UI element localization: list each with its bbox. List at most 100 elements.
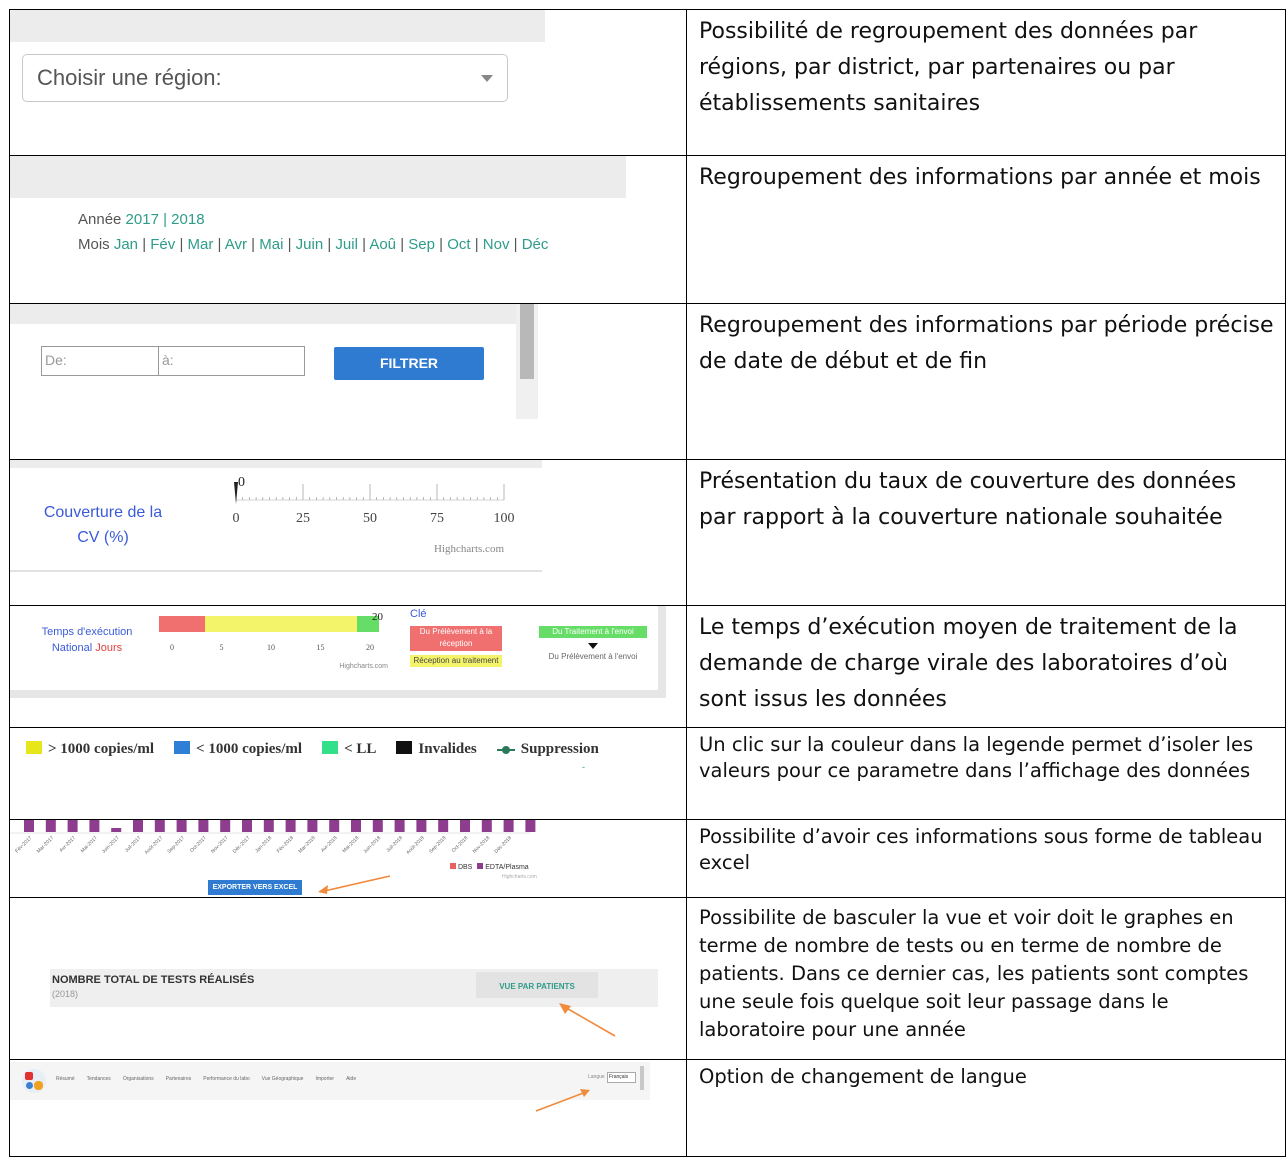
date-range-cell: De: à: FILTRER [9, 303, 687, 460]
tat-tick-label: 0 [170, 643, 174, 652]
month-link[interactable]: Aoû [369, 236, 396, 253]
bar [525, 820, 536, 832]
export-excel-button[interactable]: EXPORTER VERS EXCEL [208, 880, 302, 895]
toggle-view-cell: NOMBRE TOTAL DE TESTS RÉALISÉS (2018) VU… [9, 897, 687, 1060]
legend-item[interactable]: Suppression [496, 741, 599, 757]
panel-title: NOMBRE TOTAL DE TESTS RÉALISÉS [52, 974, 255, 986]
table-row: Choisir une région: Possibilité de regro… [9, 9, 1286, 156]
tat-tick-label: 15 [317, 643, 325, 652]
legend-label: > 1000 copies/ml [48, 741, 155, 757]
row-description: Regroupement des informations par périod… [686, 303, 1286, 460]
panel-header [10, 304, 538, 324]
nav-item[interactable]: Performance du labo [203, 1076, 249, 1082]
year-link-2017[interactable]: 2017 [126, 211, 159, 228]
gauge-value: 0 [238, 475, 245, 490]
bar [460, 820, 470, 832]
table-row: Couverture de la CV (%) 0 25 50 75 100 0 Hig… [9, 459, 1286, 606]
month-link[interactable]: Avr [225, 236, 247, 253]
separator: | [323, 236, 336, 253]
x-tick-label: Août-2017 [144, 835, 165, 856]
year-selector: Année 2017 | 2018 [78, 211, 205, 228]
bar [67, 820, 78, 832]
month-link[interactable]: Déc [522, 236, 549, 253]
tat-bar-chart: 20 0 5 10 15 20 Highcharts.com [159, 611, 388, 670]
bar [111, 828, 122, 832]
key-processing-to-dispatch[interactable]: Du Traitement à l'envoi [539, 626, 647, 638]
table-row: Résumé Tendances Organisations Partenaires P… [9, 1059, 1286, 1157]
bar [154, 820, 165, 832]
language-select[interactable]: Français [607, 1072, 636, 1083]
gauge-tick-label: 50 [363, 511, 377, 526]
legend-item[interactable]: > 1000 copies/ml [26, 741, 154, 757]
bar [416, 820, 427, 832]
scrollbar[interactable] [516, 304, 538, 419]
month-link[interactable]: Mai [259, 236, 283, 253]
bar [438, 820, 449, 832]
nav-item[interactable]: Vue Géographique [262, 1076, 304, 1082]
nav-item[interactable]: Aide [346, 1076, 356, 1082]
legend-swatch[interactable] [450, 863, 456, 869]
filter-button[interactable]: FILTRER [334, 347, 484, 380]
gauge-title: Couverture de la CV (%) [43, 504, 163, 546]
bar [503, 820, 514, 832]
x-tick-label: Sep-2017 [166, 835, 186, 855]
x-tick-label: Juil-2017 [124, 835, 143, 854]
table-row: Temps d'exécution National Jours 20 0 5 10… [9, 605, 1286, 728]
nav-item[interactable]: Tendances [87, 1076, 111, 1082]
row-description: Présentation du taux de couverture des d… [686, 459, 1286, 606]
x-tick-label: Jan-2018 [254, 835, 273, 854]
view-by-patients-button[interactable]: VUE PAR PATIENTS [476, 972, 598, 998]
row-description: Possibilité de regroupement des données … [686, 9, 1286, 156]
arrow-icon [535, 1089, 590, 1112]
bar [133, 820, 143, 832]
separator: | [509, 236, 522, 253]
separator: | [175, 236, 188, 253]
month-link[interactable]: Juil [335, 236, 358, 253]
gauge-tick-label: 0 [233, 511, 240, 526]
nav-item[interactable]: Importer [315, 1076, 334, 1082]
key-title: Clé [410, 608, 427, 620]
bar-segment-sample-to-reception [159, 616, 205, 632]
nav-item[interactable]: Résumé [56, 1076, 75, 1082]
month-link[interactable]: Mar [188, 236, 214, 253]
key-reception-to-processing[interactable]: Réception au traitement [410, 655, 502, 667]
coverage-gauge: 0 25 50 75 100 0 Highcharts.com [233, 475, 515, 555]
month-link[interactable]: Nov [483, 236, 510, 253]
table-row: De: à: FILTRER Regroupement des informat… [9, 303, 1286, 460]
legend-swatch[interactable] [477, 863, 484, 869]
legend-swatch [26, 741, 42, 754]
key-sample-to-dispatch[interactable]: Du Prélèvement à l'envoi [539, 652, 647, 661]
year-month-cell: Année 2017 | 2018 Mois Jan | Fév | Mar |… [9, 155, 687, 304]
x-tick-label: Nov-2018 [472, 835, 492, 855]
scrollbar[interactable] [640, 1066, 644, 1090]
bar [198, 820, 209, 832]
panel-header [10, 156, 626, 198]
credit-text: Highcharts.com [339, 663, 388, 670]
legend-item[interactable]: < LL [322, 741, 376, 757]
legend-item[interactable]: < 1000 copies/ml [174, 741, 302, 757]
x-tick-label: Déc-2017 [232, 835, 252, 855]
date-from-input[interactable]: De: [41, 346, 159, 376]
nav-item[interactable]: Partenaires [166, 1076, 192, 1082]
region-select[interactable]: Choisir une région: [22, 54, 508, 102]
legend-label: < LL [344, 741, 377, 757]
x-tick-label: Déc-2018 [493, 835, 513, 855]
date-to-input[interactable]: à: [158, 346, 305, 376]
month-link[interactable]: Juin [296, 236, 324, 253]
row-description: Possibilite d’avoir ces informations sou… [686, 819, 1286, 898]
nav-item[interactable]: Organisations [123, 1076, 154, 1082]
year-link-2018[interactable]: 2018 [171, 211, 204, 228]
language-cell: Résumé Tendances Organisations Partenaires P… [9, 1059, 687, 1157]
scrollbar-thumb[interactable] [520, 304, 534, 379]
tat-tick-label: 20 [366, 643, 374, 652]
legend-item[interactable]: Invalides [396, 741, 477, 757]
key-sample-to-reception[interactable]: Du Prélèvement à la réception [410, 626, 502, 651]
x-tick-label: Avr-2017 [58, 835, 77, 854]
month-link[interactable]: Fév [150, 236, 175, 253]
month-link[interactable]: Oct [447, 236, 470, 253]
row-description: Le temps d’exécution moyen de traitement… [686, 605, 1286, 728]
row-description: Regroupement des informations par année … [686, 155, 1286, 304]
table-row: > 1000 copies/ml < 1000 copies/ml < LL Inva… [9, 727, 1286, 820]
month-link[interactable]: Jan [114, 236, 138, 253]
month-link[interactable]: Sep [408, 236, 435, 253]
